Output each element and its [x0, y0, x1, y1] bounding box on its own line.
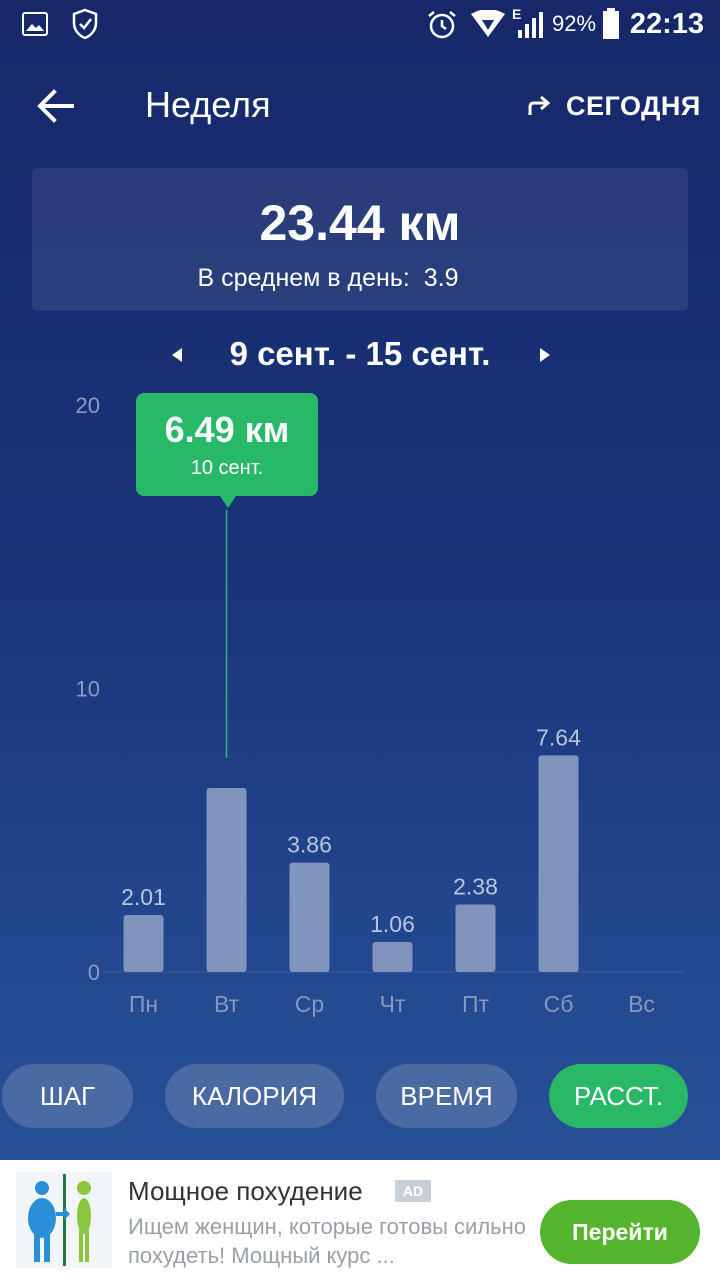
bar-value-label: 3.86	[287, 832, 332, 858]
bar-Сб	[538, 755, 579, 972]
status-bar: E 92% 22:13	[0, 0, 720, 50]
bar-Ср	[289, 862, 330, 972]
x-tick-label: Вт	[214, 991, 240, 1017]
ad-image-weight-loss	[16, 1172, 112, 1268]
signal-icon	[518, 12, 543, 38]
x-tick-label: Сб	[544, 991, 574, 1017]
daily-average: В среднем в день: 3.9	[0, 264, 656, 293]
daily-average-value: 3.9	[423, 264, 459, 292]
x-tick-label: Пт	[462, 991, 490, 1017]
bar-value-label: 7.64	[536, 724, 581, 750]
arrow-left-icon	[37, 89, 74, 123]
tooltip-date: 10 сент.	[190, 457, 264, 479]
triangle-right-icon	[540, 348, 550, 362]
wifi-icon	[471, 10, 505, 37]
bar-Пт	[455, 904, 496, 972]
shield-check-icon	[72, 8, 98, 40]
x-tick-label: Чт	[380, 991, 406, 1017]
daily-average-label: В среднем в день:	[197, 264, 410, 292]
page-title: Неделя	[145, 84, 271, 125]
today-label: СЕГОДНЯ	[566, 90, 701, 121]
ad-description: Ищем женщин, которые готовы сильно похуд…	[128, 1214, 527, 1268]
next-week-button[interactable]	[530, 340, 560, 370]
selected-bar-tooltip: 6.49 км 10 сент.	[136, 393, 318, 508]
triangle-left-icon	[172, 348, 182, 362]
ad-banner[interactable]: Мощное похудение AD Ищем женщин, которые…	[0, 1160, 720, 1280]
bar-value-label: 1.06	[370, 911, 415, 937]
bar-value-label: 2.01	[121, 884, 166, 910]
y-tick-label: 10	[76, 677, 100, 702]
clock: 22:13	[629, 8, 704, 40]
metric-distance-tab[interactable]: РАССТ.	[549, 1064, 688, 1128]
bar-value-label: 2.38	[453, 874, 498, 900]
week-range: 9 сент. - 15 сент.	[229, 335, 491, 372]
bar-Пн	[123, 915, 164, 972]
weekly-distance-chart: 20 10 0 2.01 Пн Вт 3.86 Ср 1.06 Чт 2.38 Пт 7.64 Сб Вс	[76, 393, 684, 1017]
today-button[interactable]: СЕГОДНЯ	[526, 86, 701, 126]
ad-title: Мощное похудение	[128, 1176, 363, 1206]
x-tick-label: Пн	[129, 991, 158, 1017]
back-button[interactable]	[28, 78, 84, 134]
prev-week-button[interactable]	[162, 340, 192, 370]
battery-icon	[603, 8, 619, 39]
tooltip-value: 6.49 км	[164, 409, 290, 450]
bar-Вт	[206, 788, 247, 972]
metric-steps-tab[interactable]: ШАГ	[2, 1064, 133, 1128]
y-tick-label: 20	[76, 393, 100, 418]
image-icon	[22, 12, 48, 36]
ad-cta-button[interactable]: Перейти	[540, 1200, 700, 1264]
battery-percent: 92%	[552, 11, 597, 36]
bar-Чт	[372, 941, 413, 972]
alarm-icon	[428, 11, 456, 39]
ad-badge: AD	[395, 1180, 431, 1202]
metric-calories-tab[interactable]: КАЛОРИЯ	[165, 1064, 344, 1128]
x-tick-label: Ср	[295, 991, 324, 1017]
metric-time-tab[interactable]: ВРЕМЯ	[376, 1064, 517, 1128]
redo-arrow-icon	[528, 95, 551, 115]
x-tick-label: Вс	[628, 991, 655, 1017]
total-distance: 23.44 км	[259, 195, 461, 251]
y-tick-label: 0	[88, 960, 100, 985]
